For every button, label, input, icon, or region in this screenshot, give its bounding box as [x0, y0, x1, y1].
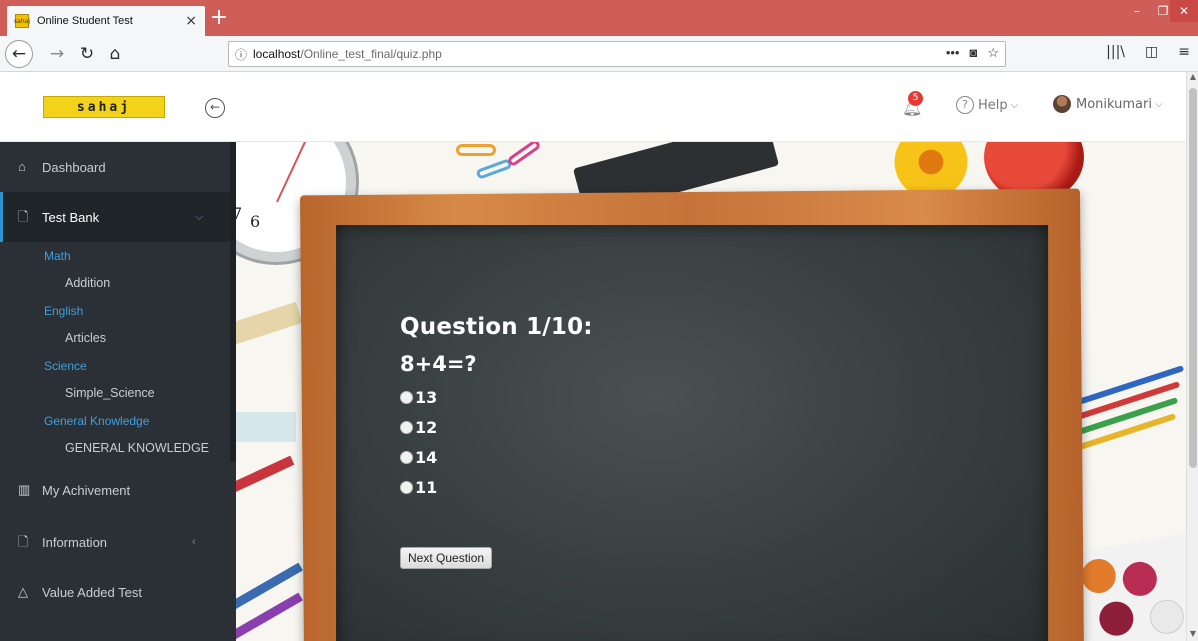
home-icon[interactable]: ⌂: [102, 41, 128, 67]
category-math[interactable]: Math: [44, 249, 71, 263]
test-articles[interactable]: Articles: [65, 331, 106, 345]
url-host: localhost: [253, 47, 301, 61]
paperclip-image: [506, 142, 542, 168]
answer-option[interactable]: 11: [400, 472, 593, 502]
url-path: /Online_test_final/quiz.php: [300, 47, 442, 61]
question-number: Question 1/10:: [400, 314, 593, 340]
notification-badge: 5: [908, 91, 923, 106]
sidebar-item-information[interactable]: 🗋︎ Information ‹: [0, 517, 230, 567]
user-menu[interactable]: Monikumari ⌵: [1053, 95, 1163, 113]
help-label: Help: [978, 97, 1008, 113]
radio-button[interactable]: [400, 390, 413, 404]
sidebar-item-label: Test Bank: [42, 209, 100, 225]
file-icon: 🗋︎: [18, 534, 29, 549]
sidebar-item-dashboard[interactable]: ⌂ Dashboard: [0, 142, 230, 192]
tab-close-icon[interactable]: ×: [185, 13, 197, 29]
new-tab-button[interactable]: +: [208, 5, 230, 31]
test-addition[interactable]: Addition: [65, 276, 110, 290]
avatar: [1053, 95, 1071, 113]
option-label: 13: [415, 387, 438, 407]
library-icon[interactable]: |||\: [1106, 44, 1125, 60]
sidebar-item-label: Value Added Test: [42, 584, 142, 600]
app-header: sahaj ← 🔔︎ 5 ? Help ⌵ Monikumari ⌵: [0, 72, 1186, 142]
paperclip-image: [475, 158, 513, 180]
category-general-knowledge[interactable]: General Knowledge: [44, 414, 149, 428]
scrollbar-thumb[interactable]: [1189, 88, 1197, 468]
reload-icon[interactable]: ↻: [74, 41, 100, 67]
browser-tab[interactable]: sahaj Online Student Test ×: [7, 6, 205, 36]
file-icon: 🗋︎: [18, 209, 29, 224]
test-simple-science[interactable]: Simple_Science: [65, 386, 155, 400]
paperclip-image: [456, 144, 496, 156]
option-label: 11: [415, 477, 438, 497]
sidebar-item-test-bank[interactable]: 🗋︎ Test Bank ⌵: [0, 192, 230, 242]
page-viewport: sahaj ← 🔔︎ 5 ? Help ⌵ Monikumari ⌵ ⌂ Das…: [0, 72, 1198, 641]
pencil-image: [236, 455, 295, 499]
ruler-image: [236, 301, 303, 345]
back-arrow-icon[interactable]: ←: [5, 40, 33, 68]
option-label: 14: [415, 447, 438, 467]
page-actions-icon[interactable]: •••: [946, 45, 960, 61]
quiz-content: 2 7 6 Ques: [236, 142, 1186, 641]
chevron-down-icon: ⌵: [195, 210, 204, 223]
next-question-button[interactable]: Next Question: [400, 547, 493, 569]
chevron-down-icon: ⌵: [1154, 98, 1163, 110]
sidebar-item-label: My Achivement: [42, 482, 131, 498]
user-name: Monikumari: [1076, 96, 1152, 112]
category-english[interactable]: English: [44, 304, 83, 318]
pens-image: [1069, 365, 1186, 453]
pocket-icon[interactable]: ◙: [969, 45, 977, 61]
question-text: 8+4=?: [400, 352, 477, 376]
answer-options: 13 12 14 11: [400, 382, 593, 502]
quiz-panel: Question 1/10: 8+4=? 13 12 14 11: [400, 314, 593, 502]
window-close-button[interactable]: ✕: [1170, 0, 1198, 22]
bookmark-star-icon[interactable]: ☆: [987, 45, 999, 61]
sidebar-item-my-achivement[interactable]: ▥ My Achivement: [0, 465, 230, 515]
site-info-icon[interactable]: ⓘ: [235, 46, 247, 63]
chevron-left-icon: ‹: [192, 536, 196, 548]
page-scrollbar[interactable]: ▲ ▼: [1186, 72, 1198, 641]
ruler-image: [236, 412, 296, 442]
chevron-down-icon: ⌵: [1010, 99, 1019, 111]
address-bar[interactable]: ⓘ localhost/Online_test_final/quiz.php •…: [228, 41, 1006, 67]
collapse-sidebar-icon[interactable]: ←: [205, 98, 225, 118]
favicon-icon: sahaj: [14, 14, 30, 28]
sidebar-item-label: Dashboard: [42, 159, 106, 175]
home-icon: ⌂: [18, 159, 26, 174]
option-label: 12: [415, 417, 438, 437]
browser-titlebar: sahaj Online Student Test × + – ❐ ✕: [0, 0, 1198, 36]
radio-button[interactable]: [400, 450, 413, 464]
bell-icon: △: [18, 584, 28, 599]
sidebar-item-label: Information: [42, 534, 108, 550]
answer-option[interactable]: 14: [400, 442, 593, 472]
brand-logo[interactable]: sahaj: [43, 96, 165, 118]
tab-title: Online Student Test: [37, 15, 133, 27]
sidebar-item-value-added-test[interactable]: △ Value Added Test: [0, 567, 230, 617]
chart-icon: ▥: [18, 482, 31, 497]
scroll-up-icon[interactable]: ▲: [1187, 72, 1198, 84]
help-circle-icon: ?: [956, 96, 974, 114]
browser-navbar: ← → ↻ ⌂ ⓘ localhost/Online_test_final/qu…: [0, 36, 1198, 72]
category-science[interactable]: Science: [44, 359, 87, 373]
test-general-knowledge[interactable]: GENERAL KNOWLEDGE: [65, 441, 209, 455]
forward-arrow-icon[interactable]: →: [44, 41, 70, 67]
sidebar: ⌂ Dashboard 🗋︎ Test Bank ⌵ Math Addition…: [0, 142, 236, 641]
radio-button[interactable]: [400, 420, 413, 434]
help-menu[interactable]: ? Help ⌵: [956, 96, 1018, 114]
radio-button[interactable]: [400, 480, 413, 494]
paint-palette-image: [1067, 531, 1186, 641]
answer-option[interactable]: 13: [400, 382, 593, 412]
menu-icon[interactable]: ≡: [1178, 44, 1190, 60]
scroll-down-icon[interactable]: ▼: [1187, 629, 1198, 641]
sidebar-toggle-icon[interactable]: ◫: [1145, 44, 1158, 60]
answer-option[interactable]: 12: [400, 412, 593, 442]
